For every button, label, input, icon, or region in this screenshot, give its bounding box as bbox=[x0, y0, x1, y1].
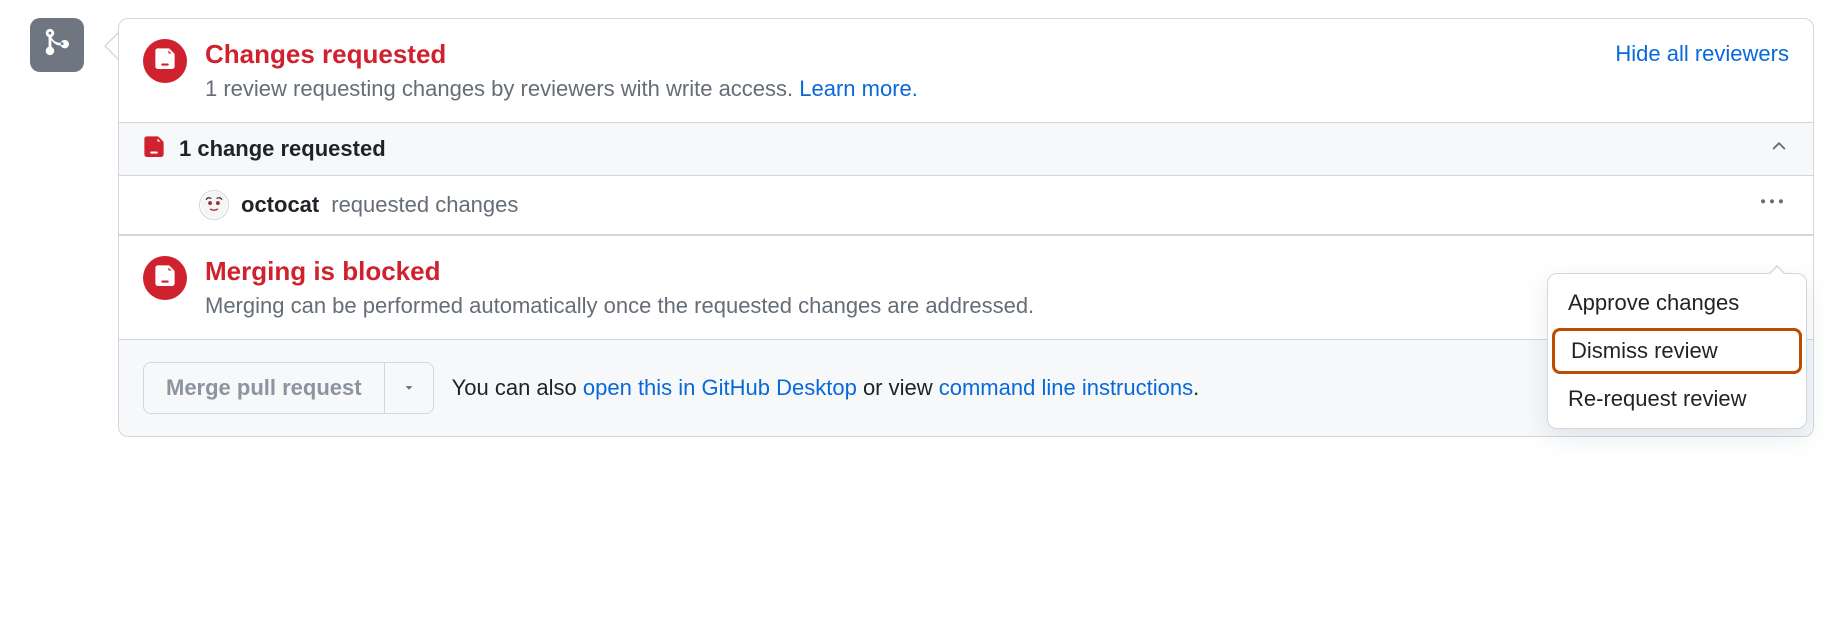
file-diff-icon bbox=[154, 47, 176, 75]
command-line-instructions-link[interactable]: command line instructions bbox=[939, 375, 1193, 400]
change-requested-header[interactable]: 1 change requested bbox=[119, 123, 1813, 176]
git-merge-icon bbox=[42, 27, 72, 63]
hide-all-reviewers-link[interactable]: Hide all reviewers bbox=[1615, 41, 1789, 67]
merging-blocked-body: Merging is blocked Merging can be perfor… bbox=[205, 256, 1034, 319]
caret-down-icon bbox=[402, 380, 416, 397]
footer-text-prefix: You can also bbox=[452, 375, 583, 400]
merge-button-group: Merge pull request bbox=[143, 362, 434, 414]
reviewer-status-text: requested changes bbox=[331, 192, 518, 218]
avatar[interactable] bbox=[199, 190, 229, 220]
reviewer-username[interactable]: octocat bbox=[241, 192, 319, 218]
file-diff-icon bbox=[154, 264, 176, 292]
merge-status-panel: Changes requested 1 review requesting ch… bbox=[118, 18, 1814, 437]
git-merge-timeline-badge bbox=[30, 18, 84, 72]
merge-pull-request-button[interactable]: Merge pull request bbox=[144, 363, 385, 413]
changes-requested-body: Changes requested 1 review requesting ch… bbox=[205, 39, 918, 102]
re-request-review-item[interactable]: Re-request review bbox=[1548, 376, 1806, 422]
open-github-desktop-link[interactable]: open this in GitHub Desktop bbox=[583, 375, 857, 400]
reviewer-row: octocat requested changes bbox=[119, 176, 1813, 236]
file-diff-icon bbox=[143, 135, 165, 163]
merging-blocked-title: Merging is blocked bbox=[205, 256, 1034, 287]
review-actions-dropdown: Approve changes Dismiss review Re-reques… bbox=[1547, 273, 1807, 429]
status-circle bbox=[143, 39, 187, 83]
change-requested-count: 1 change requested bbox=[179, 136, 386, 162]
changes-requested-section: Changes requested 1 review requesting ch… bbox=[119, 19, 1813, 123]
merge-dropdown-caret[interactable] bbox=[385, 363, 433, 413]
panel-arrow bbox=[104, 32, 118, 60]
merging-blocked-subtext: Merging can be performed automatically o… bbox=[205, 293, 1034, 319]
approve-changes-item[interactable]: Approve changes bbox=[1548, 280, 1806, 326]
subtext-prefix: 1 review requesting changes by reviewers… bbox=[205, 76, 799, 101]
dismiss-review-item[interactable]: Dismiss review bbox=[1552, 328, 1802, 374]
footer-help-text: You can also open this in GitHub Desktop… bbox=[452, 375, 1200, 401]
kebab-menu-icon[interactable] bbox=[1755, 185, 1789, 225]
learn-more-link[interactable]: Learn more. bbox=[799, 76, 918, 101]
footer-text-suffix: . bbox=[1193, 375, 1199, 400]
changes-requested-title: Changes requested bbox=[205, 39, 918, 70]
chevron-up-icon[interactable] bbox=[1769, 136, 1789, 162]
status-circle bbox=[143, 256, 187, 300]
changes-requested-subtext: 1 review requesting changes by reviewers… bbox=[205, 76, 918, 102]
footer-text-middle: or view bbox=[857, 375, 939, 400]
